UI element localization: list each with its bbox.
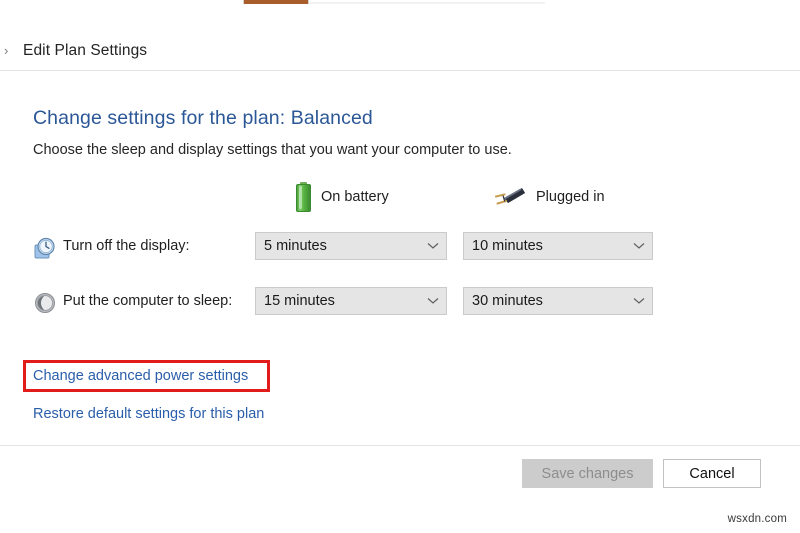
column-headers: On battery Plugged in bbox=[0, 177, 800, 217]
chevron-down-icon bbox=[420, 242, 446, 250]
link-change-advanced-power-settings[interactable]: Change advanced power settings bbox=[33, 368, 248, 384]
chevron-right-icon[interactable]: › bbox=[4, 44, 16, 57]
dropdown-value-display-on-battery: 5 minutes bbox=[264, 238, 327, 254]
column-header-plugged-in: Plugged in bbox=[492, 177, 605, 217]
page-subtitle: Choose the sleep and display settings th… bbox=[33, 142, 512, 158]
chevron-down-icon bbox=[626, 297, 652, 305]
page-title: Change settings for the plan: Balanced bbox=[33, 107, 373, 129]
dropdown-sleep-plugged-in[interactable]: 30 minutes bbox=[463, 287, 653, 315]
active-tab-fragment[interactable] bbox=[243, 0, 309, 4]
dropdown-display-plugged-in[interactable]: 10 minutes bbox=[463, 232, 653, 260]
setting-label-turn-off-display: Turn off the display: bbox=[63, 238, 190, 254]
setting-row-sleep: Put the computer to sleep: 15 minutes 30… bbox=[0, 287, 800, 319]
dropdown-value-sleep-plugged-in: 30 minutes bbox=[472, 293, 543, 309]
chevron-down-icon bbox=[420, 297, 446, 305]
dropdown-value-sleep-on-battery: 15 minutes bbox=[264, 293, 335, 309]
dropdown-sleep-on-battery[interactable]: 15 minutes bbox=[255, 287, 447, 315]
chevron-down-icon bbox=[626, 242, 652, 250]
breadcrumb: › Edit Plan Settings bbox=[0, 31, 800, 71]
setting-label-sleep: Put the computer to sleep: bbox=[63, 293, 233, 309]
cropped-tab-strip bbox=[0, 0, 800, 6]
power-plug-icon bbox=[492, 185, 526, 209]
dropdown-value-display-plugged-in: 10 minutes bbox=[472, 238, 543, 254]
breadcrumb-label[interactable]: Edit Plan Settings bbox=[23, 42, 147, 60]
tab-strip-remainder bbox=[309, 2, 545, 4]
footer-bar: Save changes Cancel bbox=[0, 445, 800, 533]
column-header-on-battery: On battery bbox=[296, 177, 389, 217]
link-restore-default-settings[interactable]: Restore default settings for this plan bbox=[33, 406, 264, 422]
dropdown-display-on-battery[interactable]: 5 minutes bbox=[255, 232, 447, 260]
battery-icon bbox=[296, 182, 311, 212]
sleep-moon-icon bbox=[33, 291, 57, 315]
cancel-button[interactable]: Cancel bbox=[663, 459, 761, 488]
column-label-plugged-in: Plugged in bbox=[536, 189, 605, 205]
main-content: Change settings for the plan: Balanced C… bbox=[0, 72, 800, 445]
watermark: wsxdn.com bbox=[727, 513, 787, 525]
display-clock-icon bbox=[33, 236, 57, 260]
save-changes-button[interactable]: Save changes bbox=[522, 459, 653, 488]
column-label-on-battery: On battery bbox=[321, 189, 389, 205]
setting-row-turn-off-display: Turn off the display: 5 minutes 10 minut… bbox=[0, 232, 800, 264]
